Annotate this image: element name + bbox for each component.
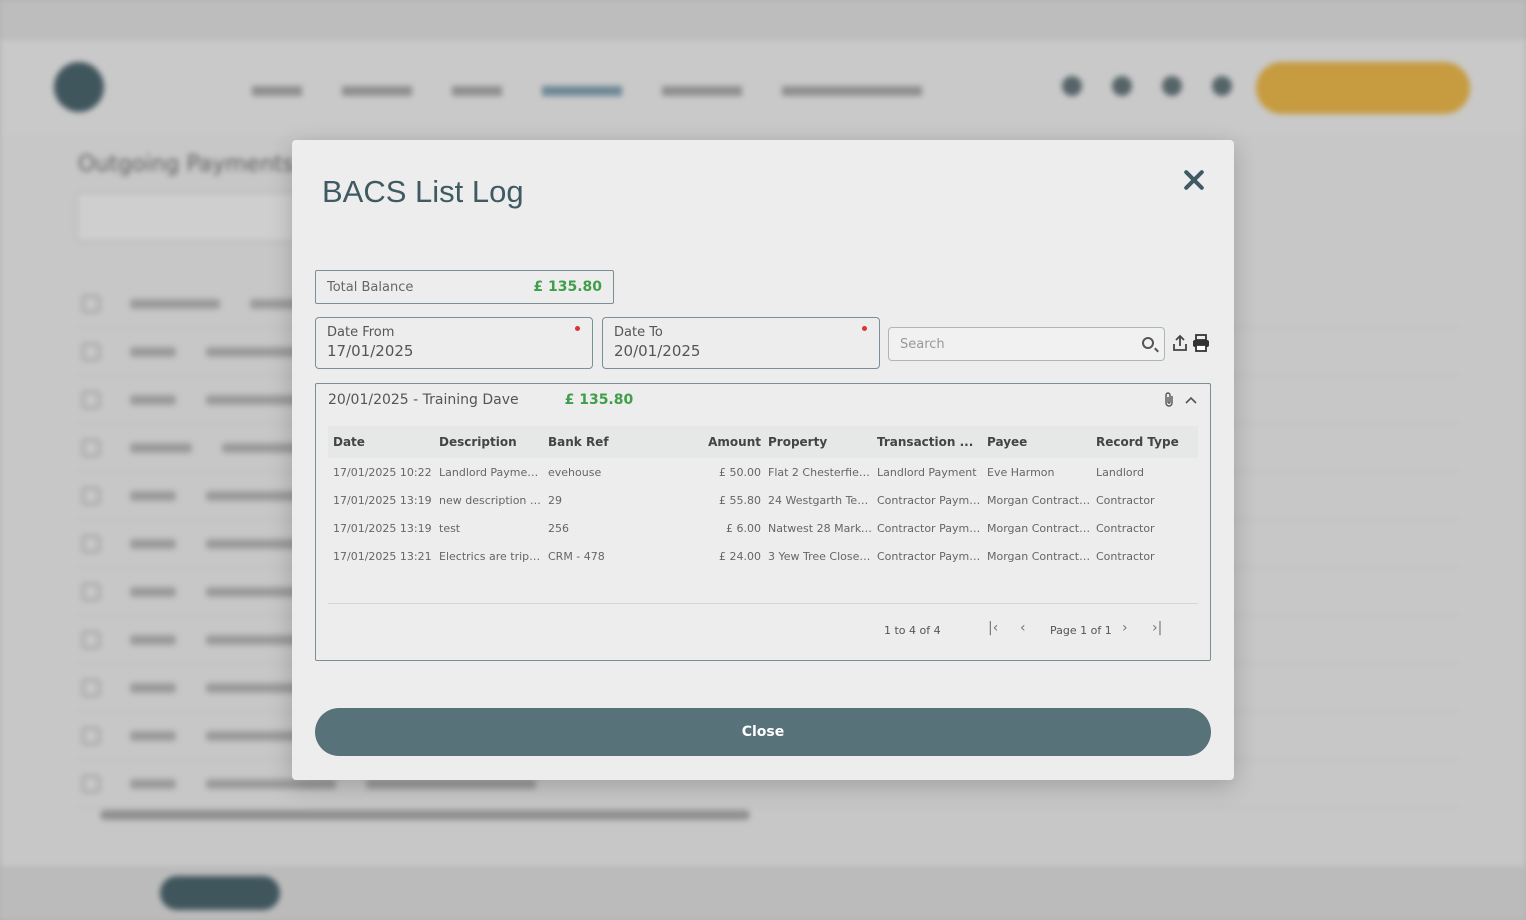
print-icon[interactable] [1192,334,1210,352]
table-row[interactable]: 17/01/2025 13:19 test 256 £ 6.00 Natwest… [328,514,1198,542]
cell-amount: £ 50.00 [719,465,761,479]
log-header[interactable]: 20/01/2025 - Training Dave £ 135.80 [328,392,633,408]
last-page-icon[interactable]: ›| [1152,620,1162,636]
close-button[interactable]: Close [315,708,1211,756]
chevron-up-icon[interactable] [1184,394,1198,406]
table-row[interactable]: 17/01/2025 13:19 new description i... 29… [328,486,1198,514]
cell-transaction: Contractor Payme... [877,521,982,535]
log-heading: 20/01/2025 - Training Dave [328,392,519,408]
cell-record-type: Contractor [1096,549,1155,563]
date-from-field[interactable]: Date From 17/01/2025 [315,317,593,369]
log-panel: 20/01/2025 - Training Dave £ 135.80 Date… [315,383,1211,661]
modal-title: BACS List Log [322,174,524,209]
cell-property: Natwest 28 Marke... [768,521,872,535]
date-from-value[interactable]: 17/01/2025 [327,342,581,360]
export-icon[interactable] [1172,334,1188,352]
search-input[interactable]: Search [888,327,1165,361]
column-header[interactable]: Payee [982,435,1091,449]
log-amount: £ 135.80 [564,392,634,408]
column-header[interactable]: Record Type [1091,435,1198,449]
row-count: 1 to 4 of 4 [884,624,941,637]
cell-transaction: Landlord Payment [877,465,977,479]
cell-description: test [439,521,461,535]
cell-payee: Eve Harmon [987,465,1055,479]
cell-description: new description i... [439,493,543,507]
search-icon[interactable] [1142,337,1154,349]
cell-date: 17/01/2025 13:19 [333,493,432,507]
cell-date: 17/01/2025 10:22 [333,465,432,479]
cell-amount: £ 6.00 [726,521,761,535]
total-balance-value: £ 135.80 [533,279,602,295]
cell-date: 17/01/2025 13:21 [333,549,432,563]
cell-property: 3 Yew Tree Close,... [768,549,872,563]
close-icon[interactable] [1180,166,1208,194]
cell-payee: Morgan Contracti... [987,493,1091,507]
cell-description: Electrics are tripp... [439,549,543,563]
table-row[interactable]: 17/01/2025 10:22 Landlord Payment... eve… [328,458,1198,486]
total-balance: Total Balance £ 135.80 [315,270,614,304]
column-header[interactable]: Property [763,435,872,449]
cell-property: Flat 2 Chesterfiel... [768,465,872,479]
date-to-label: Date To [614,325,663,340]
cell-payee: Morgan Contracti... [987,549,1091,563]
bacs-list-log-modal: BACS List Log Total Balance £ 135.80 Dat… [292,140,1234,780]
column-header[interactable]: Date [328,435,434,449]
pagination: 1 to 4 of 4 |‹ ‹ Page 1 of 1 › ›| [328,603,1198,657]
cell-date: 17/01/2025 13:19 [333,521,432,535]
column-header[interactable]: Bank Ref [543,435,653,449]
column-header[interactable]: Description [434,435,543,449]
cell-bank-ref: 29 [548,493,562,507]
page-indicator: Page 1 of 1 [1050,624,1112,637]
cell-record-type: Landlord [1096,465,1144,479]
cell-bank-ref: evehouse [548,465,602,479]
cell-amount: £ 24.00 [719,549,761,563]
cell-description: Landlord Payment... [439,465,543,479]
cell-amount: £ 55.80 [719,493,761,507]
search-placeholder: Search [900,336,945,352]
cell-transaction: Contractor Payme... [877,549,982,563]
cell-bank-ref: 256 [548,521,569,535]
table-header: Date Description Bank Ref Amount Propert… [328,426,1198,458]
cell-property: 24 Westgarth Terr... [768,493,872,507]
date-to-value[interactable]: 20/01/2025 [614,342,868,360]
date-to-field[interactable]: Date To 20/01/2025 [602,317,880,369]
cell-transaction: Contractor Payme... [877,493,982,507]
next-page-icon[interactable]: › [1122,620,1128,636]
column-header[interactable]: Transaction ... [872,435,982,449]
paperclip-icon[interactable] [1162,392,1176,408]
log-table: Date Description Bank Ref Amount Propert… [328,426,1198,570]
cell-payee: Morgan Contracti... [987,521,1091,535]
cell-record-type: Contractor [1096,493,1155,507]
table-row[interactable]: 17/01/2025 13:21 Electrics are tripp... … [328,542,1198,570]
prev-page-icon[interactable]: ‹ [1020,620,1026,636]
required-indicator [575,326,580,331]
required-indicator [862,326,867,331]
cell-bank-ref: CRM - 478 [548,549,605,563]
column-header[interactable]: Amount [653,435,763,449]
first-page-icon[interactable]: |‹ [988,620,998,636]
total-balance-label: Total Balance [327,279,414,295]
date-from-label: Date From [327,325,395,340]
cell-record-type: Contractor [1096,521,1155,535]
